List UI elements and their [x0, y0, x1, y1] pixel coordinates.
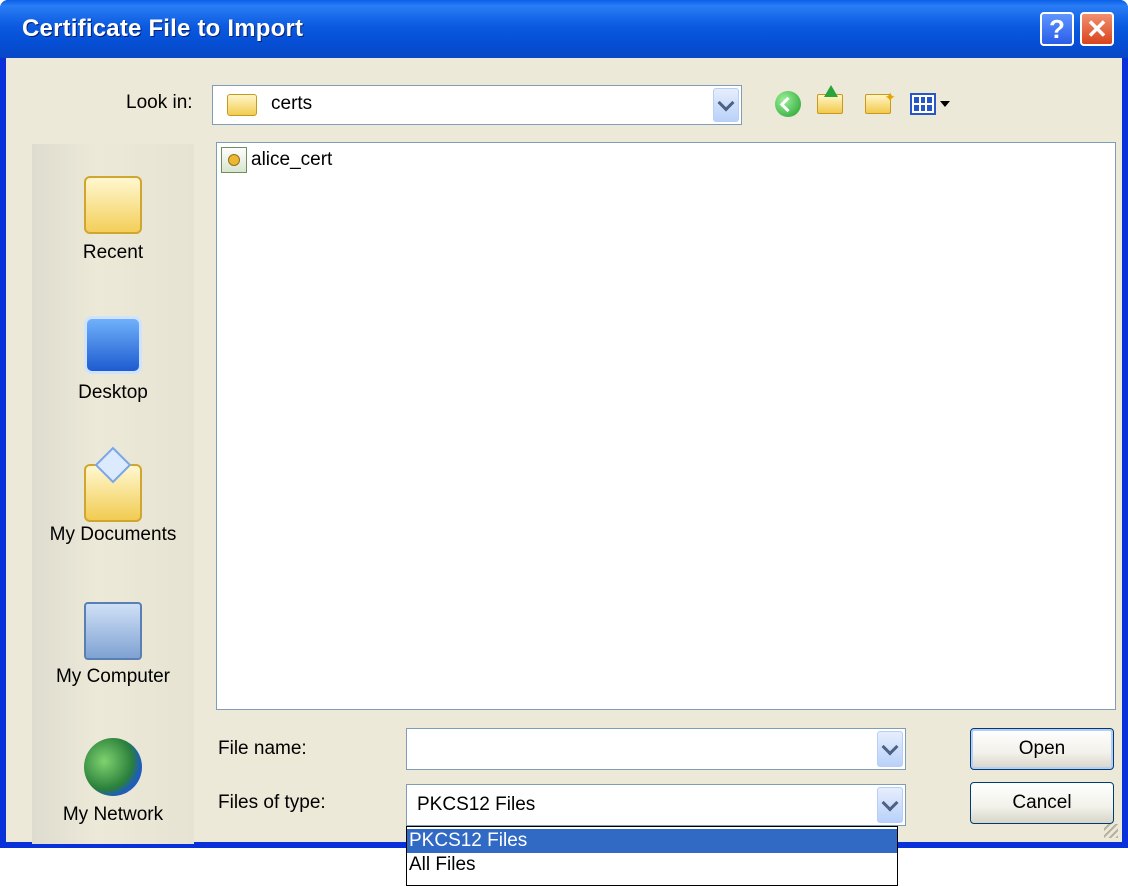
place-label: My Computer — [55, 666, 171, 687]
chevron-down-icon — [881, 738, 899, 755]
window-title: Certificate File to Import — [22, 15, 304, 42]
place-label: Desktop — [78, 382, 148, 403]
new-folder-button[interactable]: ✦ — [858, 86, 898, 122]
look-in-combobox[interactable]: certs — [212, 85, 742, 125]
file-list[interactable]: alice_cert — [216, 142, 1116, 710]
look-in-label: Look in: — [126, 92, 193, 113]
place-label: Recent — [82, 242, 144, 263]
open-button[interactable]: Open — [970, 728, 1114, 770]
up-folder-icon — [817, 85, 843, 114]
views-menu-icon — [910, 93, 936, 115]
dropdown-option[interactable]: All Files — [407, 853, 897, 877]
close-button[interactable]: ✕ — [1080, 12, 1114, 46]
file-type-select[interactable]: PKCS12 Files — [406, 784, 906, 826]
file-type-label: Files of type: — [218, 792, 326, 813]
my-computer-icon — [84, 602, 142, 660]
certificate-file-icon — [221, 147, 247, 173]
list-item[interactable]: alice_cert — [221, 147, 332, 173]
dialog-window: Certificate File to Import ? ✕ Look in: … — [0, 0, 1128, 848]
look-in-value: certs — [271, 93, 313, 114]
file-type-value: PKCS12 Files — [417, 794, 536, 815]
desktop-icon — [84, 316, 142, 374]
place-label: My Network — [62, 804, 164, 825]
look-in-dropdown-button[interactable] — [713, 88, 739, 122]
chevron-down-icon — [881, 794, 899, 811]
file-type-dropdown-list[interactable]: PKCS12 Files All Files — [406, 826, 898, 886]
help-button[interactable]: ? — [1040, 12, 1074, 46]
places-bar: Recent Desktop My Documents My Computer … — [32, 144, 194, 844]
title-bar[interactable]: Certificate File to Import ? ✕ — [0, 0, 1128, 58]
file-name: alice_cert — [251, 149, 333, 170]
file-name-dropdown-button[interactable] — [877, 731, 903, 767]
dropdown-option-selected[interactable]: PKCS12 Files — [407, 829, 897, 853]
place-label: My Documents — [49, 524, 177, 545]
dropdown-arrow-icon — [940, 101, 950, 107]
my-network-icon — [84, 738, 142, 796]
folder-icon — [227, 94, 257, 116]
cancel-button[interactable]: Cancel — [970, 782, 1114, 824]
file-name-label: File name: — [218, 738, 307, 759]
dialog-body: Look in: certs ✦ Recent Desktop My Docum… — [6, 58, 1122, 844]
recent-folder-icon — [84, 176, 142, 234]
back-icon — [775, 91, 801, 117]
back-button[interactable] — [770, 86, 806, 122]
file-type-dropdown-button[interactable] — [877, 787, 903, 823]
views-menu-button[interactable] — [904, 86, 956, 122]
chevron-down-icon — [717, 94, 735, 111]
my-documents-icon — [84, 464, 142, 522]
resize-grip[interactable] — [1104, 824, 1118, 838]
new-folder-icon: ✦ — [865, 89, 896, 114]
up-folder-button[interactable] — [812, 85, 848, 122]
file-name-input[interactable] — [406, 728, 906, 770]
